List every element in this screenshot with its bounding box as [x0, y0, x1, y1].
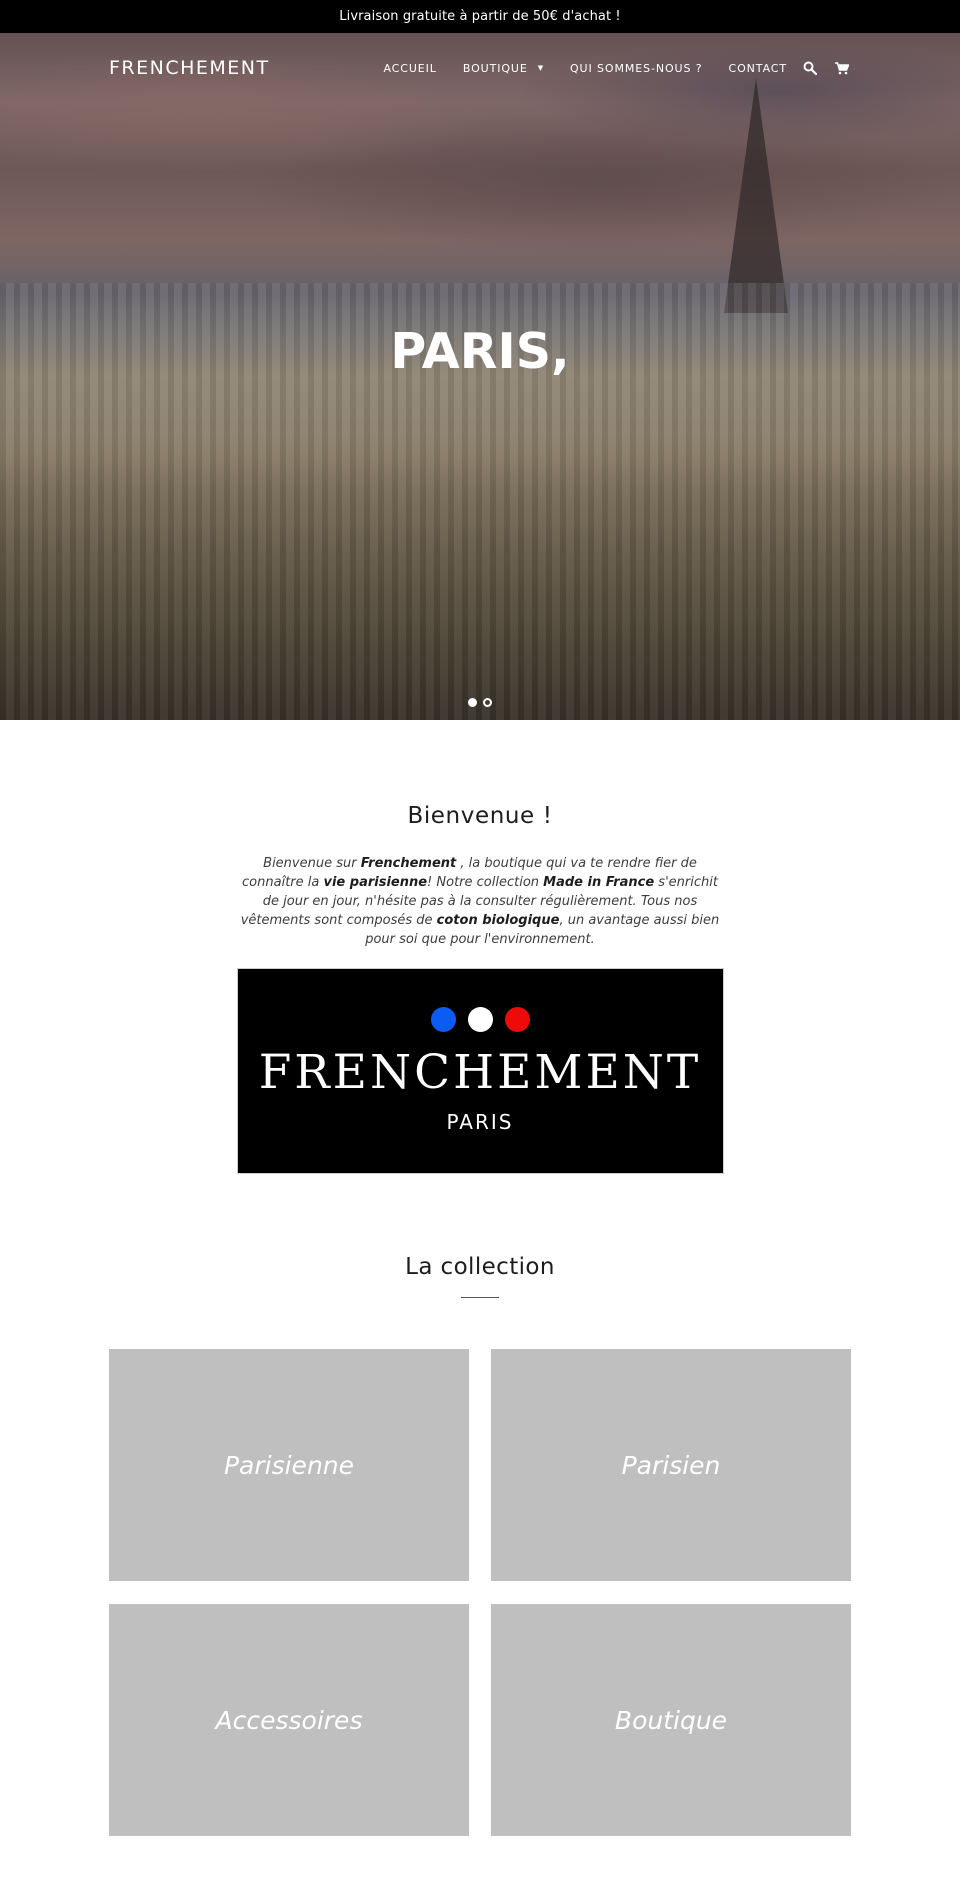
main-nav: ACCUEIL BOUTIQUE ▼ QUI SOMMES-NOUS ? CONT…	[383, 59, 851, 77]
welcome-section: Bienvenue ! Bienvenue sur Frenchement , …	[0, 720, 960, 1174]
cart-icon[interactable]	[833, 59, 851, 77]
nav-accueil[interactable]: ACCUEIL	[383, 62, 436, 75]
collection-tile-parisienne[interactable]: Parisienne	[109, 1349, 469, 1581]
nav-qui-sommes-nous[interactable]: QUI SOMMES-NOUS ?	[570, 62, 703, 75]
hero-title: PARIS,	[390, 323, 570, 380]
slideshow-dots	[0, 698, 960, 707]
brand-sub: PARIS	[446, 1110, 514, 1134]
slide-dot-2[interactable]	[483, 698, 492, 707]
title-divider	[461, 1297, 499, 1298]
welcome-title: Bienvenue !	[407, 803, 553, 829]
brand-banner: FRENCHEMENT PARIS	[236, 968, 724, 1174]
hero-slideshow: FRENCHEMENT ACCUEIL BOUTIQUE ▼ QUI SOMMES…	[0, 33, 960, 720]
collection-tile-parisien[interactable]: Parisien	[491, 1349, 851, 1581]
nav-boutique[interactable]: BOUTIQUE ▼	[463, 62, 544, 75]
slide-dot-1[interactable]	[468, 698, 477, 707]
brand-name: FRENCHEMENT	[258, 1045, 702, 1100]
announcement-bar: Livraison gratuite à partir de 50€ d'ach…	[0, 0, 960, 33]
collection-tile-boutique[interactable]: Boutique	[491, 1604, 851, 1836]
blue-dot	[430, 1007, 456, 1032]
collection-grid: Parisienne Parisien Accessoires Boutique	[109, 1349, 851, 1836]
red-dot	[504, 1007, 530, 1032]
chevron-down-icon: ▼	[537, 64, 544, 72]
welcome-text: Bienvenue sur Frenchement , la boutique …	[240, 856, 720, 947]
announcement-text: Livraison gratuite à partir de 50€ d'ach…	[339, 9, 621, 24]
nav-contact[interactable]: CONTACT	[729, 62, 787, 75]
collection-tile-accessoires[interactable]: Accessoires	[109, 1604, 469, 1836]
site-header: FRENCHEMENT ACCUEIL BOUTIQUE ▼ QUI SOMMES…	[0, 33, 960, 103]
collection-section: La collection Parisienne Parisien Access…	[0, 1174, 960, 1891]
tricolor-dots	[238, 1007, 723, 1032]
collection-title: La collection	[405, 1254, 555, 1280]
white-dot	[467, 1007, 493, 1032]
search-icon[interactable]	[801, 59, 819, 77]
site-logo[interactable]: FRENCHEMENT	[109, 57, 270, 79]
